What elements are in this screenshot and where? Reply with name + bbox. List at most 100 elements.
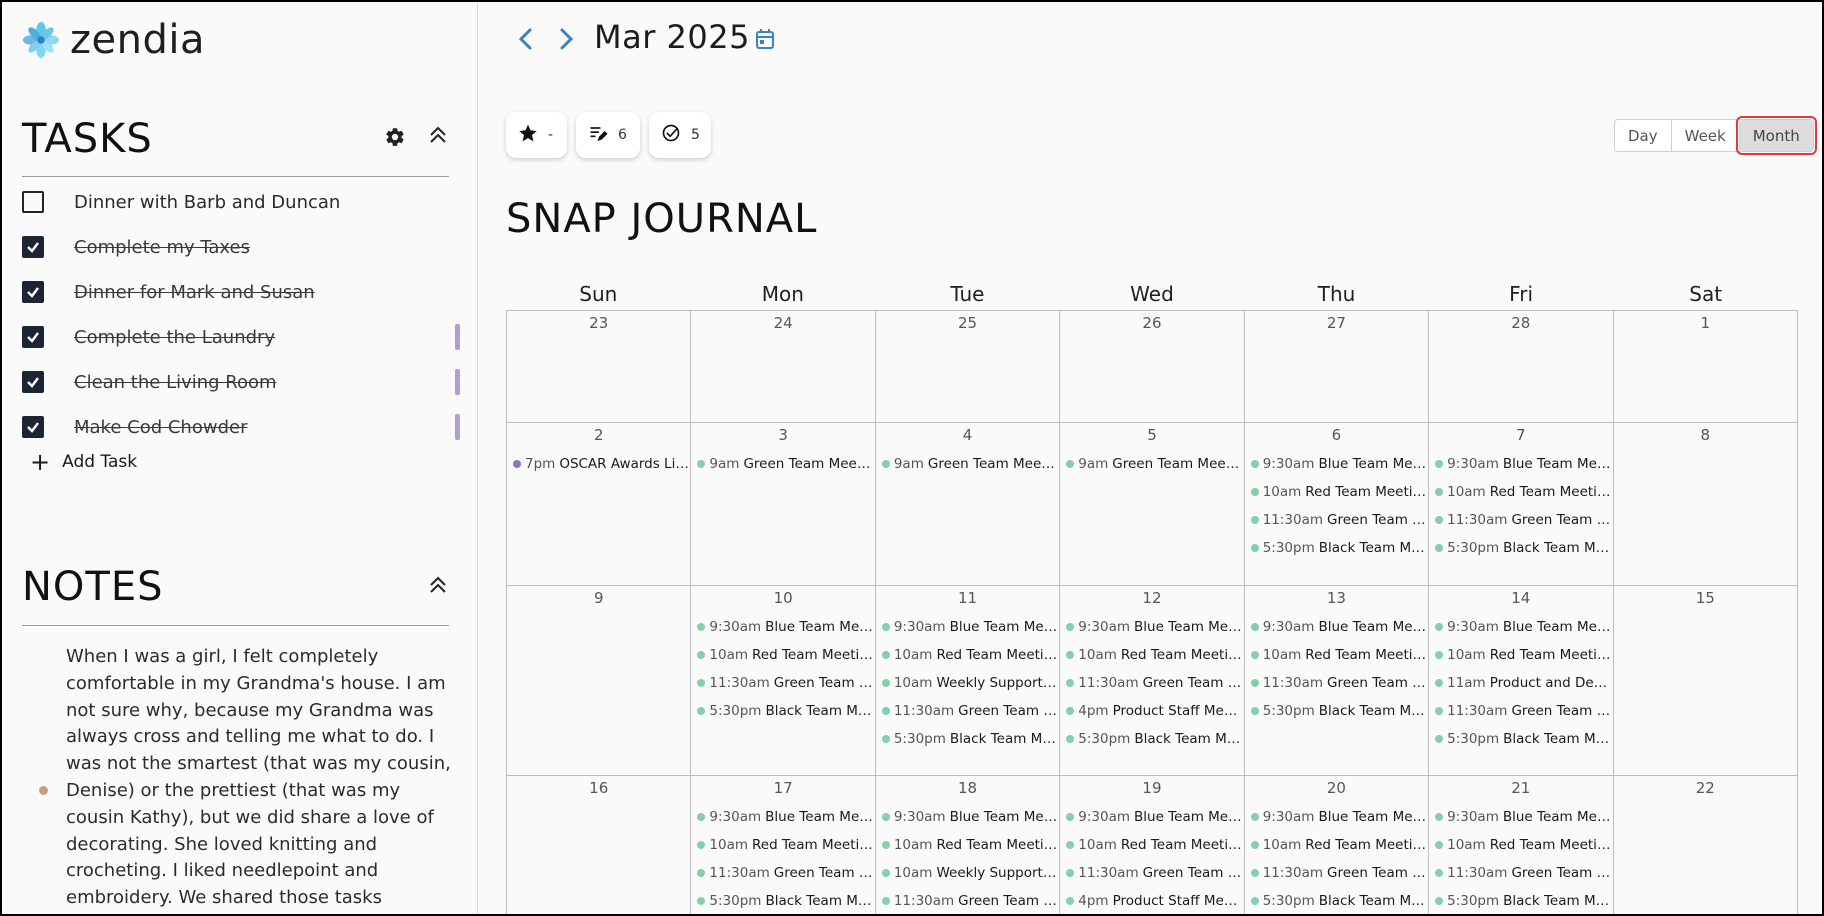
calendar-day-cell[interactable]: 189:30amBlue Team Meeti...10amRed Team M…: [876, 776, 1061, 914]
calendar-event[interactable]: 11:30amGreen Team Me...: [1245, 859, 1428, 887]
task-item[interactable]: Complete my Taxes: [22, 229, 462, 265]
calendar-event[interactable]: 5:30pmBlack Team Mee...: [1245, 887, 1428, 914]
calendar-event[interactable]: 9am Green Team Meeting: [876, 450, 1059, 478]
calendar-day-cell[interactable]: 219:30amBlue Team Meeti...10amRed Team M…: [1429, 776, 1614, 914]
calendar-event[interactable]: 10am Red Team Meeting: [1060, 831, 1244, 859]
calendar-event[interactable]: 5:30pmBlack Team Mee...: [1429, 887, 1613, 914]
calendar-event[interactable]: 10am Red Team Meeting: [1060, 641, 1244, 669]
calendar-icon[interactable]: [752, 26, 778, 52]
checkbox-checked[interactable]: [22, 371, 44, 393]
calendar-day-cell[interactable]: 16: [507, 776, 692, 914]
calendar-day-cell[interactable]: 2 7pm OSCAR Awards Live: [507, 423, 692, 586]
prev-month-button[interactable]: [509, 22, 543, 56]
calendar-event[interactable]: 10am Red Team Meeting: [1245, 641, 1428, 669]
calendar-event[interactable]: 11:30amGreen Team Me...: [1245, 506, 1428, 534]
calendar-day-cell[interactable]: 9: [507, 586, 692, 776]
calendar-day-cell[interactable]: 69:30amBlue Team Meeti...10amRed Team Me…: [1244, 423, 1430, 586]
calendar-event[interactable]: 9:30amBlue Team Meeti...: [1245, 803, 1428, 831]
calendar-day-cell[interactable]: 23: [507, 311, 692, 423]
calendar-day-cell[interactable]: 209:30amBlue Team Meeti...10amRed Team M…: [1245, 776, 1430, 914]
calendar-event[interactable]: 5:30pmBlack Team Mee...: [876, 725, 1059, 753]
calendar-day-cell[interactable]: 24: [691, 311, 876, 423]
calendar-day-cell[interactable]: 4 9am Green Team Meeting: [875, 423, 1061, 586]
calendar-event[interactable]: 9:30amBlue Team Meeti...: [1429, 613, 1613, 641]
calendar-event[interactable]: 11:30amGreen Team Me...: [1245, 669, 1428, 697]
calendar-event[interactable]: 10am Red Team Meeting: [1245, 478, 1428, 506]
calendar-day-cell[interactable]: 22: [1614, 776, 1798, 914]
task-drag-handle[interactable]: [455, 414, 460, 440]
calendar-day-cell[interactable]: 28: [1429, 311, 1614, 423]
calendar-event[interactable]: 10am Red Team Meeting: [1245, 831, 1428, 859]
calendar-day-cell[interactable]: 79:30amBlue Team Meeti...10amRed Team Me…: [1429, 423, 1614, 586]
calendar-event[interactable]: 11:30amGreen Team Me...: [1429, 506, 1613, 534]
calendar-event[interactable]: 5:30pmBlack Team Mee...: [1245, 697, 1428, 725]
calendar-day-cell[interactable]: 1: [1613, 311, 1798, 423]
calendar-event[interactable]: 9:30amBlue Team Meeti...: [1429, 450, 1613, 478]
calendar-event[interactable]: 5:30pmBlack Team Mee...: [1245, 534, 1428, 562]
week-view-button[interactable]: Week: [1672, 120, 1740, 151]
calendar-event[interactable]: 10am Red Team Meeting: [876, 641, 1059, 669]
calendar-day-cell[interactable]: 3 9am Green Team Meeting: [691, 423, 876, 586]
calendar-event[interactable]: 11:30amGreen Team Me...: [691, 859, 875, 887]
calendar-event[interactable]: 11:30amGreen Team Me...: [691, 669, 875, 697]
calendar-event[interactable]: 9:30amBlue Team Meeti...: [876, 803, 1059, 831]
calendar-day-cell[interactable]: 149:30amBlue Team Meeti...10amRed Team M…: [1429, 586, 1614, 776]
calendar-event[interactable]: 9:30amBlue Team Meeti...: [691, 613, 875, 641]
calendar-day-cell[interactable]: 5 9am Green Team Meeting: [1060, 423, 1245, 586]
calendar-event[interactable]: 10am Red Team Meeting: [1429, 478, 1613, 506]
calendar-event[interactable]: 9:30amBlue Team Meeti...: [1429, 803, 1613, 831]
calendar-event[interactable]: 9:30amBlue Team Meeti...: [1245, 450, 1428, 478]
task-item[interactable]: Dinner for Mark and Susan: [22, 274, 462, 310]
calendar-day-cell[interactable]: 199:30amBlue Team Meeti...10amRed Team M…: [1060, 776, 1245, 914]
calendar-event[interactable]: 11:30amGreen Team Mee...: [876, 697, 1059, 725]
calendar-event[interactable]: 7pm OSCAR Awards Live: [507, 450, 690, 478]
gear-icon[interactable]: [380, 122, 410, 152]
notes-stat[interactable]: 6: [576, 112, 640, 158]
calendar-day-cell[interactable]: 25: [875, 311, 1061, 423]
task-item[interactable]: Complete the Laundry: [22, 319, 462, 355]
task-item[interactable]: Clean the Living Room: [22, 364, 462, 400]
checkbox-checked[interactable]: [22, 416, 44, 438]
next-month-button[interactable]: [549, 22, 583, 56]
favorites-stat[interactable]: -: [506, 112, 567, 158]
task-item[interactable]: Dinner with Barb and Duncan: [22, 184, 462, 220]
calendar-event[interactable]: 4pm Product Staff Meeti...: [1060, 887, 1244, 914]
calendar-event[interactable]: 9:30amBlue Team Meeti...: [691, 803, 875, 831]
checkbox-checked[interactable]: [22, 326, 44, 348]
calendar-event[interactable]: 11:30amGreen Team Me...: [1429, 697, 1613, 725]
calendar-event[interactable]: 10am Red Team Meeting: [691, 641, 875, 669]
calendar-day-cell[interactable]: 139:30amBlue Team Meeti...10amRed Team M…: [1244, 586, 1430, 776]
day-view-button[interactable]: Day: [1615, 120, 1672, 151]
calendar-event[interactable]: 4pm Product Staff Meeti...: [1060, 697, 1244, 725]
calendar-event[interactable]: 5:30pmBlack Team Mee...: [1060, 725, 1244, 753]
calendar-event[interactable]: 11:30amGreen Team Me...: [1429, 859, 1613, 887]
calendar-day-cell[interactable]: 119:30amBlue Team Meeti...10amRed Team M…: [875, 586, 1061, 776]
calendar-event[interactable]: 9:30amBlue Team Meeti...: [1060, 803, 1244, 831]
calendar-event[interactable]: 10am Weekly Support M...: [876, 859, 1059, 887]
calendar-event[interactable]: 9am Green Team Meeting: [1060, 450, 1244, 478]
calendar-event[interactable]: 11:30amGreen Team Me...: [1060, 859, 1244, 887]
add-task-button[interactable]: + Add Task: [30, 450, 137, 474]
calendar-event[interactable]: 10am Red Team Meeting: [876, 831, 1059, 859]
calendar-event[interactable]: 9:30amBlue Team Meeti...: [876, 613, 1059, 641]
checkbox-checked[interactable]: [22, 281, 44, 303]
calendar-event[interactable]: 9:30amBlue Team Meeti...: [1060, 613, 1244, 641]
calendar-day-cell[interactable]: 8: [1613, 423, 1798, 586]
calendar-event[interactable]: 10am Weekly Support M...: [876, 669, 1059, 697]
calendar-day-cell[interactable]: 27: [1244, 311, 1430, 423]
calendar-event[interactable]: 11:30amGreen Team Mee...: [876, 887, 1059, 914]
calendar-event[interactable]: 10am Red Team Meeting: [1429, 641, 1613, 669]
collapse-tasks-icon[interactable]: [423, 120, 453, 150]
calendar-day-cell[interactable]: 109:30amBlue Team Meeti...10amRed Team M…: [691, 586, 876, 776]
calendar-event[interactable]: 11amProduct and Devel...: [1429, 669, 1613, 697]
calendar-event[interactable]: 5:30pmBlack Team Mee...: [691, 887, 875, 914]
calendar-event[interactable]: 5:30pmBlack Team Mee...: [1429, 534, 1613, 562]
calendar-event[interactable]: 5:30pmBlack Team Mee...: [691, 697, 875, 725]
calendar-event[interactable]: 9am Green Team Meeting: [691, 450, 875, 478]
checkbox-unchecked[interactable]: [22, 191, 44, 213]
task-drag-handle[interactable]: [455, 324, 460, 350]
calendar-day-cell[interactable]: 179:30amBlue Team Meeti...10amRed Team M…: [691, 776, 876, 914]
calendar-day-cell[interactable]: 15: [1613, 586, 1798, 776]
calendar-event[interactable]: 11:30amGreen Team Me...: [1060, 669, 1244, 697]
task-item[interactable]: Make Cod Chowder: [22, 409, 462, 445]
